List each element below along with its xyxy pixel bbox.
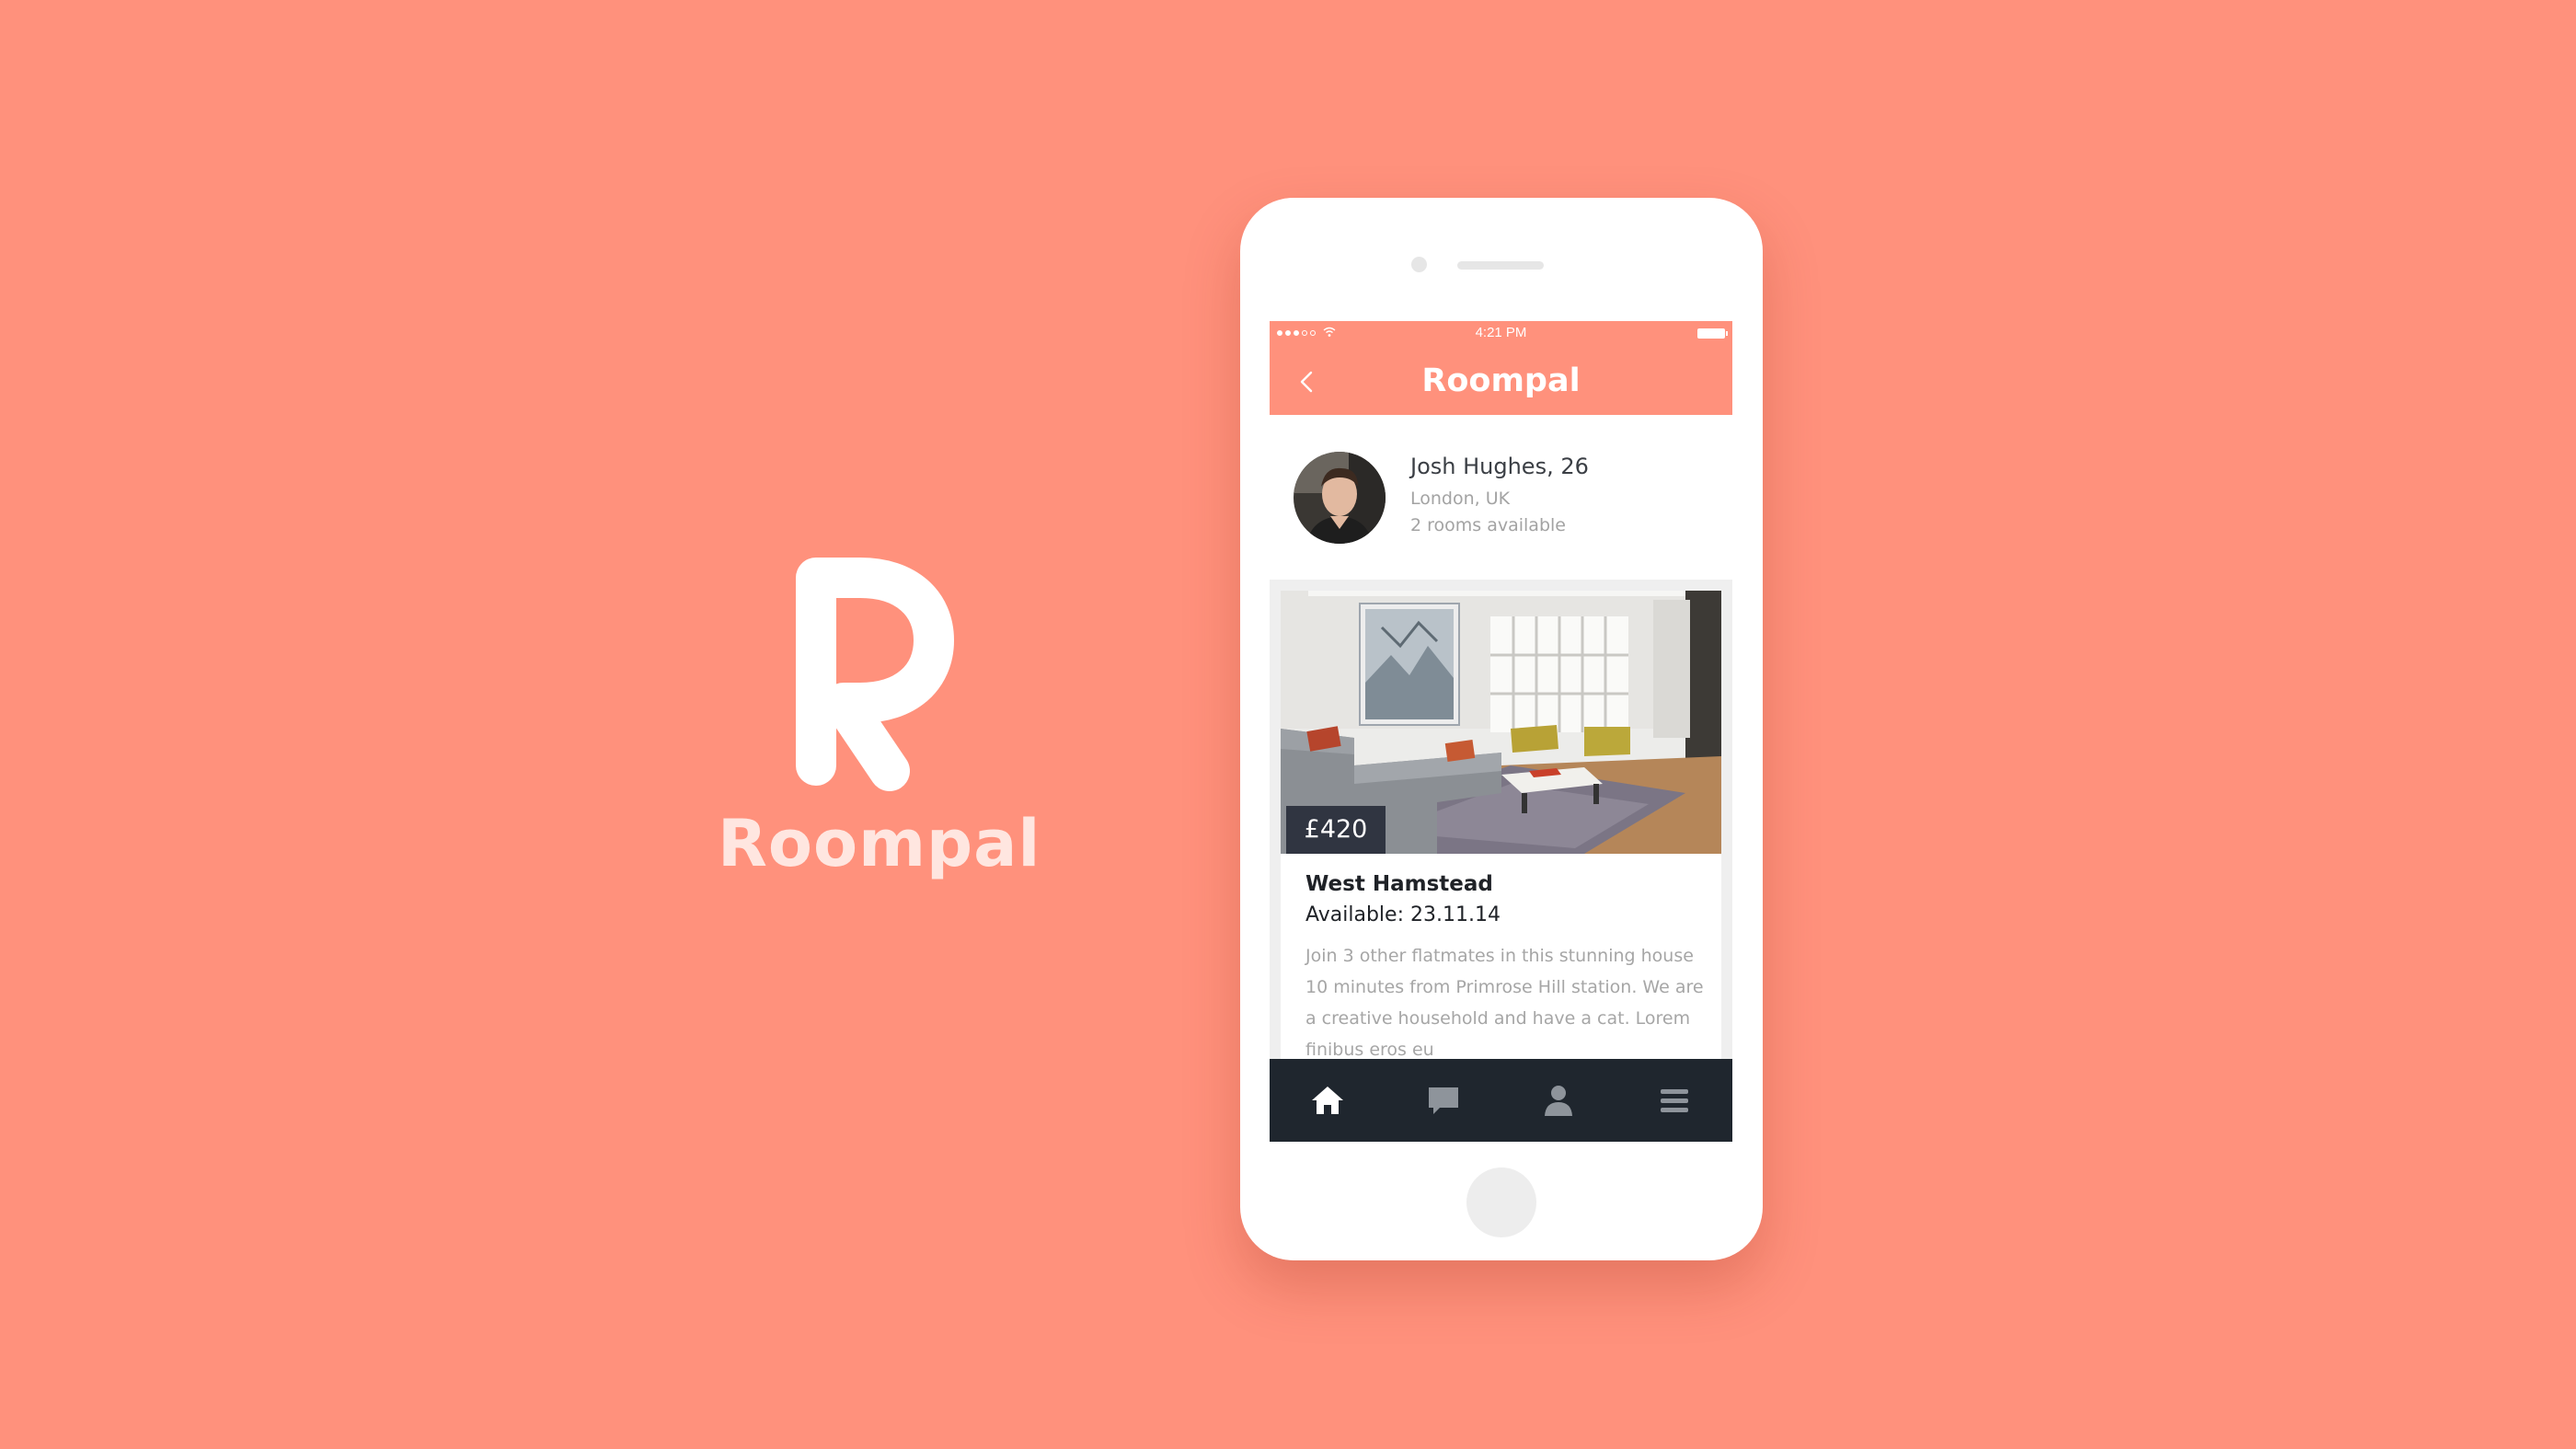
phone-camera: [1411, 257, 1427, 272]
tab-profile[interactable]: [1501, 1059, 1617, 1142]
listing-available-date: Available: 23.11.14: [1305, 903, 1501, 926]
menu-icon: [1661, 1089, 1689, 1112]
tab-home[interactable]: [1270, 1059, 1386, 1142]
battery-icon: [1697, 328, 1728, 339]
roompal-r-logo: [796, 558, 954, 791]
price-badge: £420: [1286, 806, 1386, 854]
listing-description: Join 3 other flatmates in this stunning …: [1305, 946, 1704, 1060]
nav-bar: Roompal: [1270, 345, 1732, 415]
profile-header[interactable]: Josh Hughes, 26 London, UK 2 rooms avail…: [1270, 415, 1732, 580]
listing-photo[interactable]: £420: [1281, 591, 1721, 854]
avatar[interactable]: [1294, 452, 1386, 544]
profile-rooms-count: 2 rooms available: [1410, 515, 1566, 535]
chat-icon: [1428, 1087, 1458, 1114]
app-screen: 4:21 PM Roompal Josh Hughes, 26 London, …: [1270, 321, 1732, 1142]
tab-messages[interactable]: [1386, 1059, 1501, 1142]
brand-block: Roompal: [718, 552, 1041, 902]
status-time: 4:21 PM: [1475, 325, 1527, 340]
profile-location: London, UK: [1410, 489, 1511, 509]
home-icon: [1311, 1087, 1343, 1114]
phone-mockup: 4:21 PM Roompal Josh Hughes, 26 London, …: [1240, 198, 1763, 1260]
phone-speaker: [1457, 261, 1544, 270]
listing-area: West Hamstead: [1305, 872, 1493, 896]
nav-title: Roompal: [1421, 362, 1581, 399]
brand-name: Roompal: [718, 806, 1041, 881]
status-bar: 4:21 PM: [1270, 321, 1732, 345]
listing-card[interactable]: £420 West Hamstead Available: 23.11.14 J…: [1281, 591, 1721, 1106]
tab-menu[interactable]: [1616, 1059, 1732, 1142]
phone-home-button[interactable]: [1466, 1167, 1536, 1237]
profile-name: Josh Hughes, 26: [1410, 454, 1589, 479]
user-icon: [1545, 1086, 1573, 1116]
tab-bar: [1270, 1059, 1732, 1142]
